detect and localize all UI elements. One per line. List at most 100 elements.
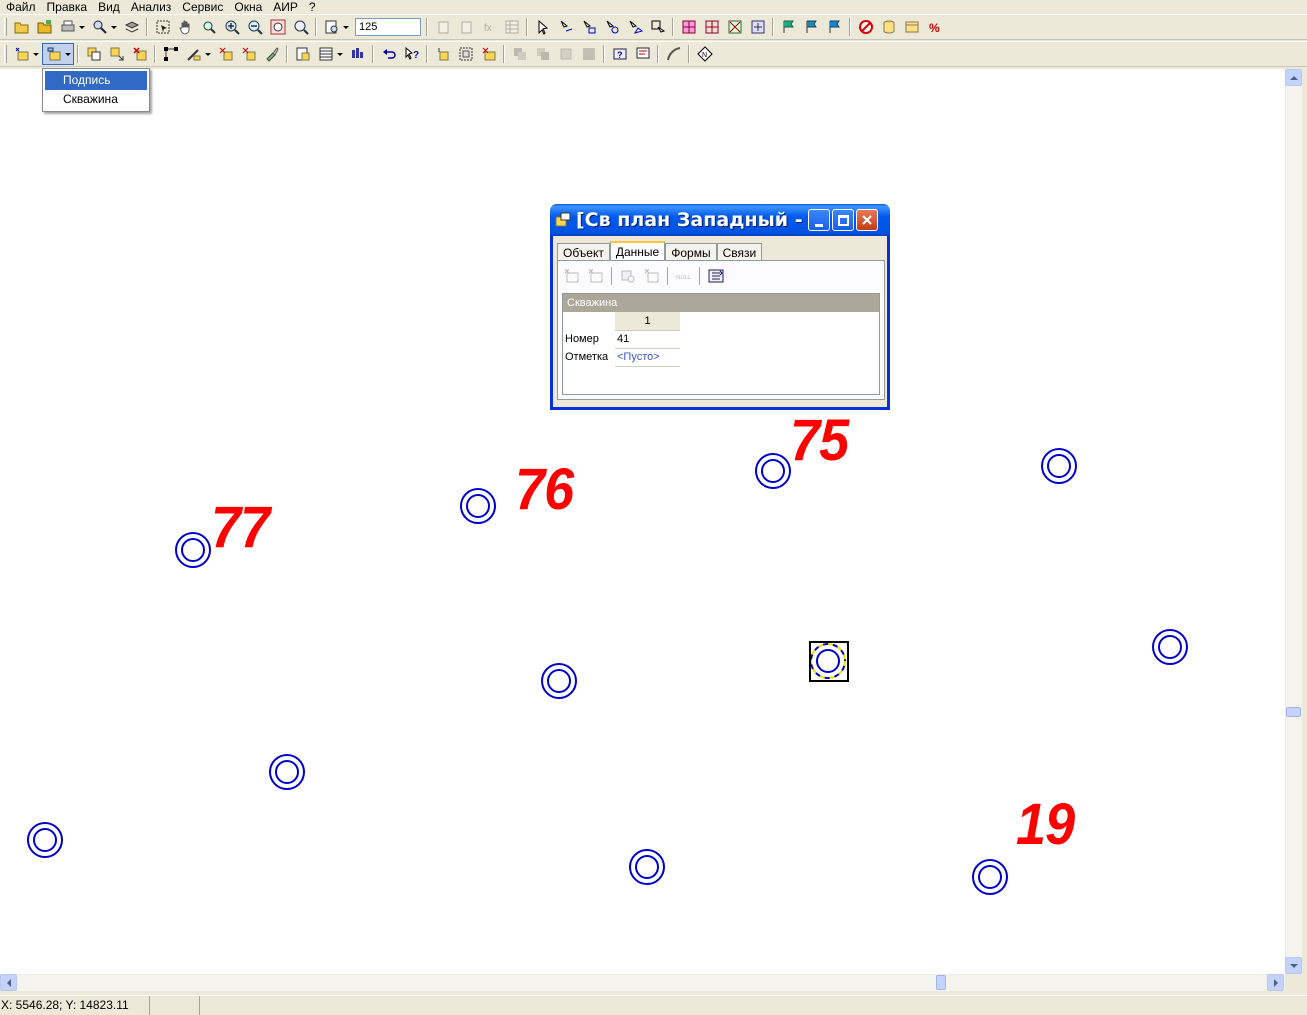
menu-item-well[interactable]: Скважина: [45, 90, 147, 109]
toolbar-grip[interactable]: [4, 45, 7, 63]
well-label[interactable]: 76: [515, 461, 574, 519]
menu-help[interactable]: ?: [303, 0, 321, 14]
function-icon[interactable]: fx: [477, 16, 500, 38]
menu-service[interactable]: Сервис: [176, 0, 228, 14]
percent-icon[interactable]: %: [923, 16, 946, 38]
well-marker[interactable]: [540, 662, 578, 700]
zoom-all-icon[interactable]: [266, 16, 289, 38]
well-label[interactable]: 19: [1016, 796, 1075, 854]
move-icon[interactable]: [105, 43, 128, 65]
toolbar-grip[interactable]: [4, 18, 7, 36]
chart-bars-icon[interactable]: [346, 43, 369, 65]
menu-edit[interactable]: Правка: [41, 0, 93, 14]
open-folder-icon[interactable]: [10, 16, 33, 38]
well-marker[interactable]: [754, 452, 792, 490]
menu-file[interactable]: Файл: [0, 0, 41, 14]
menu-air[interactable]: АИР: [267, 0, 303, 14]
grid-delete-icon[interactable]: [723, 16, 746, 38]
nodes-icon[interactable]: [159, 43, 182, 65]
menu-analysis[interactable]: Анализ: [125, 0, 177, 14]
zoom-in-icon[interactable]: [220, 16, 243, 38]
database-icon[interactable]: [877, 16, 900, 38]
well-marker[interactable]: [1151, 628, 1189, 666]
undo-icon[interactable]: [377, 43, 400, 65]
menu-windows[interactable]: Окна: [228, 0, 267, 14]
menu-view[interactable]: Вид: [92, 0, 125, 14]
delete-object-icon[interactable]: [128, 43, 151, 65]
well-marker[interactable]: [971, 858, 1009, 896]
vertical-scroll-thumb[interactable]: [1286, 707, 1301, 717]
well-marker[interactable]: [628, 848, 666, 886]
well-label[interactable]: 75: [790, 412, 849, 470]
well-marker[interactable]: [1040, 447, 1078, 485]
grid-points-icon[interactable]: [677, 16, 700, 38]
select-object-icon[interactable]: [646, 16, 669, 38]
table-icon[interactable]: [500, 16, 523, 38]
table-view-dropdown-icon[interactable]: [314, 43, 346, 65]
cell-elevation-value[interactable]: <Пусто>: [615, 348, 680, 367]
grid-edit-icon[interactable]: [700, 16, 723, 38]
pan-hand-icon[interactable]: [174, 16, 197, 38]
add-record-icon[interactable]: [560, 265, 584, 287]
well-marker[interactable]: [26, 821, 64, 859]
menu-item-label[interactable]: Подпись: [45, 71, 147, 90]
well-marker[interactable]: [459, 487, 497, 525]
draw-line-dropdown-icon[interactable]: [182, 43, 214, 65]
layers-icon[interactable]: [120, 16, 143, 38]
query-icon[interactable]: ?: [608, 43, 631, 65]
measure-arc-icon[interactable]: [662, 43, 685, 65]
select-region-icon[interactable]: [151, 16, 174, 38]
scroll-down-button[interactable]: [1285, 957, 1302, 974]
select-rect-icon[interactable]: [577, 16, 600, 38]
tab-data[interactable]: Данные: [609, 241, 666, 262]
properties-window-titlebar[interactable]: [Св план Западный - 2...: [550, 204, 890, 236]
well-marker[interactable]: [174, 531, 212, 569]
stop-icon[interactable]: [854, 16, 877, 38]
vertical-scrollbar[interactable]: [1285, 69, 1302, 974]
select-polygon-icon[interactable]: [623, 16, 646, 38]
form-icon[interactable]: [291, 43, 314, 65]
close-button[interactable]: [856, 209, 878, 231]
zoom-previous-icon[interactable]: [289, 16, 312, 38]
new-object-dropdown-icon[interactable]: [10, 43, 42, 65]
zoom-rect-icon[interactable]: [197, 16, 220, 38]
scroll-right-button[interactable]: [1267, 974, 1284, 991]
db-table-icon[interactable]: [900, 16, 923, 38]
delete-record-icon[interactable]: [584, 265, 608, 287]
zoom-out-icon[interactable]: [243, 16, 266, 38]
align-distribute-icon[interactable]: [577, 43, 600, 65]
split-icon[interactable]: [237, 43, 260, 65]
link-record-icon[interactable]: [616, 265, 640, 287]
align-center-icon[interactable]: [554, 43, 577, 65]
scroll-up-button[interactable]: [1285, 69, 1302, 86]
align-right-icon[interactable]: [531, 43, 554, 65]
well-marker[interactable]: [268, 753, 306, 791]
report-icon[interactable]: [631, 43, 654, 65]
pointer-icon[interactable]: [531, 16, 554, 38]
minimize-button[interactable]: [808, 209, 830, 231]
well-label[interactable]: 77: [211, 499, 270, 557]
brush-icon[interactable]: [260, 43, 283, 65]
flag-move-icon[interactable]: [800, 16, 823, 38]
insert-object-dropdown-icon[interactable]: [42, 43, 74, 65]
horizontal-scroll-thumb[interactable]: [936, 975, 946, 990]
maximize-button[interactable]: [832, 209, 854, 231]
horizontal-scrollbar[interactable]: [0, 974, 1285, 991]
grid-add-icon[interactable]: [746, 16, 769, 38]
select-circle-icon[interactable]: [600, 16, 623, 38]
scale-dropdown-icon[interactable]: [320, 16, 352, 38]
flag-list-icon[interactable]: [823, 16, 846, 38]
copy-icon[interactable]: [82, 43, 105, 65]
select-line-icon[interactable]: [554, 16, 577, 38]
zoom-input[interactable]: 125: [355, 18, 421, 36]
join-icon[interactable]: [214, 43, 237, 65]
scroll-left-button[interactable]: [0, 974, 17, 991]
null-value-icon[interactable]: NULL: [672, 265, 696, 287]
north-compass-icon[interactable]: N: [693, 43, 716, 65]
flag-icon[interactable]: [777, 16, 800, 38]
unlink-record-icon[interactable]: [640, 265, 664, 287]
open-project-icon[interactable]: [33, 16, 56, 38]
ungroup-icon[interactable]: [477, 43, 500, 65]
copy-object-icon[interactable]: [431, 16, 454, 38]
align-left-icon[interactable]: [508, 43, 531, 65]
